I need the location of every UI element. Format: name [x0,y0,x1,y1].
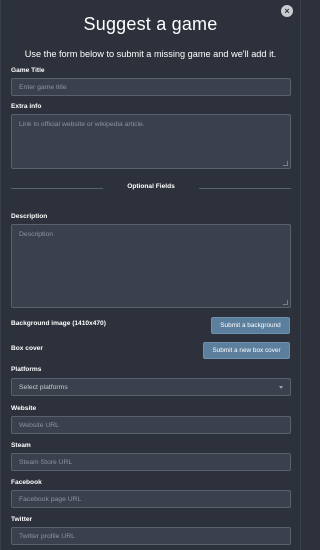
submit-box-cover-button[interactable]: Submit a new box cover [203,342,290,359]
website-input[interactable]: Website URL [11,416,291,434]
platforms-selected-value: Select platforms [19,383,68,391]
game-title-label: Game Title [11,67,45,74]
extra-info-placeholder: Link to official website or wikipedia ar… [19,121,145,128]
resize-grip-icon[interactable] [283,300,288,305]
description-label: Description [11,213,48,220]
twitter-label: Twitter [11,516,33,523]
chevron-down-icon [279,385,283,389]
steam-input[interactable]: Steam Store URL [11,453,291,471]
optional-fields-divider: Optional Fields [11,183,291,193]
modal-subtitle: Use the form below to submit a missing g… [24,49,277,59]
box-cover-label: Box cover [11,345,43,352]
description-placeholder: Description [19,231,53,238]
platforms-label: Platforms [11,366,42,373]
steam-label: Steam [11,442,31,449]
suggest-game-modal: × Suggest a game Use the form below to s… [0,0,301,550]
submit-background-button[interactable]: Submit a background [211,317,290,334]
resize-grip-icon[interactable] [283,161,288,166]
facebook-label: Facebook [11,479,42,486]
facebook-input[interactable]: Facebook page URL [11,490,291,508]
description-textarea[interactable]: Description [11,224,291,308]
divider-line-right [199,188,291,189]
extra-info-textarea[interactable]: Link to official website or wikipedia ar… [11,114,291,169]
platforms-select[interactable]: Select platforms [11,378,291,396]
game-title-input[interactable]: Enter game title [11,78,291,96]
background-image-label: Background image (1410x470) [11,320,106,327]
website-label: Website [11,405,37,412]
extra-info-label: Extra info [11,103,42,110]
twitter-input[interactable]: Twitter profile URL [11,527,291,545]
modal-title: Suggest a game [83,14,218,34]
